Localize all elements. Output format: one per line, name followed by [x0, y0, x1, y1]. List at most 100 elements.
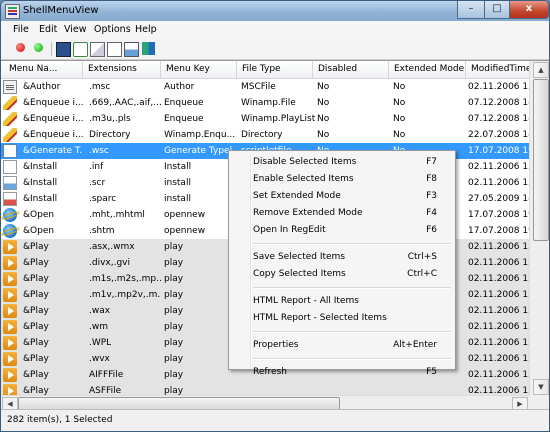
column-header-1[interactable]: Extensions	[83, 61, 161, 78]
column-header-2[interactable]: Menu Key	[161, 61, 237, 78]
cell-key: play	[164, 274, 184, 284]
column-header-0[interactable]: Menu Na...	[4, 61, 83, 78]
cell-name: &Play	[23, 290, 49, 300]
ctx-remove-extended[interactable]: Remove Extended Mode F4	[231, 205, 453, 222]
cell-time: 02.11.2006 15:5...	[468, 82, 529, 92]
cell-name: &Play	[23, 242, 49, 252]
title-bar: ShellMenuView – □ x	[1, 1, 549, 21]
maximize-button[interactable]: □	[484, 1, 510, 19]
context-menu-shortcut: Ctrl+C	[407, 269, 437, 279]
ctx-copy[interactable]: Copy Selected Items Ctrl+C	[231, 266, 453, 283]
cell-time: 02.11.2006 15:5...	[468, 162, 529, 172]
refresh-icon[interactable]	[73, 42, 88, 57]
column-header: Menu Na... Extensions Menu Key File Type Dis…	[1, 61, 549, 79]
scroll-down-icon[interactable]: ▼	[533, 379, 549, 395]
play-icon	[3, 336, 17, 350]
html-report-icon[interactable]	[124, 42, 139, 57]
context-menu-label: Disable Selected Items	[253, 157, 357, 167]
ctx-properties[interactable]: Properties Alt+Enter	[231, 337, 453, 354]
exit-icon[interactable]	[142, 42, 155, 55]
cell-key: install	[164, 178, 191, 188]
ctx-set-extended[interactable]: Set Extended Mode F3	[231, 188, 453, 205]
close-button[interactable]: x	[509, 1, 549, 19]
internet-explorer-icon	[3, 224, 17, 238]
table-row[interactable]: &Author .msc Author MSCFile No No 02.11.2006 1…	[1, 79, 529, 95]
cell-ext: .inf	[89, 162, 104, 172]
cell-name: &Generate T...	[23, 146, 83, 156]
cell-ext: .m1v,.mp2v,.m...	[89, 290, 161, 300]
cell-time: 02.11.2006 15:5...	[468, 274, 529, 284]
cell-key: play	[164, 258, 184, 268]
cell-time: 07.12.2008 18:5...	[468, 98, 529, 108]
pencil-icon	[3, 96, 17, 110]
column-header-6[interactable]: ModifiedTime	[466, 61, 536, 78]
play-icon	[3, 352, 17, 366]
context-menu-shortcut: Ctrl+S	[407, 252, 437, 262]
cell-ext: .asx,.wmx	[89, 242, 135, 252]
menu-options[interactable]: Options	[94, 24, 131, 35]
cell-ext: .wvx	[89, 354, 110, 364]
green-dot-icon[interactable]	[34, 43, 43, 52]
cell-name: &Play	[23, 306, 49, 316]
context-menu-separator	[253, 358, 451, 360]
ctx-save[interactable]: Save Selected Items Ctrl+S	[231, 249, 453, 266]
cell-name: &Play	[23, 274, 49, 284]
ctx-enable[interactable]: Enable Selected Items F8	[231, 171, 453, 188]
cell-time: 02.11.2006 15:5...	[468, 178, 529, 188]
cell-time: 02.11.2006 15:5...	[468, 322, 529, 332]
save-icon[interactable]	[56, 42, 71, 57]
column-header-4[interactable]: Disabled	[313, 61, 389, 78]
menu-view[interactable]: View	[64, 24, 87, 35]
cell-key: play	[164, 242, 184, 252]
column-header-5[interactable]: Extended Mode	[389, 61, 466, 78]
cell-key: install	[164, 194, 191, 204]
cell-key: play	[164, 338, 184, 348]
main-window: ShellMenuView – □ x File Edit View Options H…	[0, 0, 550, 432]
cell-time: 17.07.2008 19:1...	[468, 226, 529, 236]
cell-type: Directory	[241, 130, 283, 140]
status-text: 282 item(s), 1 Selected	[7, 415, 113, 425]
cell-time: 17.07.2008 19:1...	[468, 210, 529, 220]
ctx-refresh[interactable]: Refresh F5	[231, 364, 453, 381]
author-file-icon	[3, 80, 17, 94]
context-menu-label: Properties	[253, 340, 299, 350]
cell-name: &Play	[23, 370, 49, 380]
cell-name: &Install	[23, 194, 58, 204]
context-menu: Disable Selected Items F7 Enable Selected …	[228, 150, 456, 377]
app-icon	[5, 4, 20, 19]
cell-disabled: No	[317, 114, 330, 124]
menu-help[interactable]: Help	[135, 24, 157, 35]
cell-time: 02.11.2006 15:5...	[468, 338, 529, 348]
menu-file[interactable]: File	[13, 24, 29, 35]
ctx-html-all[interactable]: HTML Report - All Items	[231, 293, 453, 310]
copy-icon[interactable]	[90, 42, 105, 57]
vertical-scrollbar[interactable]: ▲ ▼	[529, 61, 549, 395]
ctx-disable[interactable]: Disable Selected Items F7	[231, 154, 453, 171]
column-header-3[interactable]: File Type	[237, 61, 313, 78]
properties-icon[interactable]	[107, 42, 122, 57]
table-row[interactable]: &Enqueue i... Directory Winamp.Enqu... Dire…	[1, 127, 529, 143]
table-row[interactable]: &Enqueue i... .m3u,.pls Enqueue Winamp.Play…	[1, 111, 529, 127]
cell-ext: .divx,.gvi	[89, 258, 130, 268]
cell-type: Winamp.PlayList	[241, 114, 315, 124]
cell-time: 02.11.2006 15:5...	[468, 370, 529, 380]
minimize-button[interactable]: –	[457, 1, 485, 19]
play-icon	[3, 320, 17, 334]
window-title: ShellMenuView	[23, 5, 99, 16]
cell-name: &Install	[23, 178, 58, 188]
scroll-up-icon[interactable]: ▲	[533, 62, 549, 78]
table-row[interactable]: &Enqueue i... .669,.AAC,.aif,.... Enqueue W…	[1, 95, 529, 111]
cell-time: 02.11.2006 15:5...	[468, 306, 529, 316]
red-dot-icon[interactable]	[16, 43, 25, 52]
vertical-scroll-thumb[interactable]	[533, 79, 549, 241]
script-file-icon	[3, 144, 17, 158]
context-menu-shortcut: F8	[426, 174, 437, 184]
cell-name: &Author	[23, 82, 61, 92]
ctx-open-regedit[interactable]: Open In RegEdit F6	[231, 222, 453, 239]
cell-ext: .669,.AAC,.aif,....	[89, 98, 161, 108]
context-menu-shortcut: F5	[426, 367, 437, 377]
cell-key: play	[164, 354, 184, 364]
ctx-html-selected[interactable]: HTML Report - Selected Items	[231, 310, 453, 327]
menu-edit[interactable]: Edit	[39, 24, 57, 35]
context-menu-label: Enable Selected Items	[253, 174, 354, 184]
